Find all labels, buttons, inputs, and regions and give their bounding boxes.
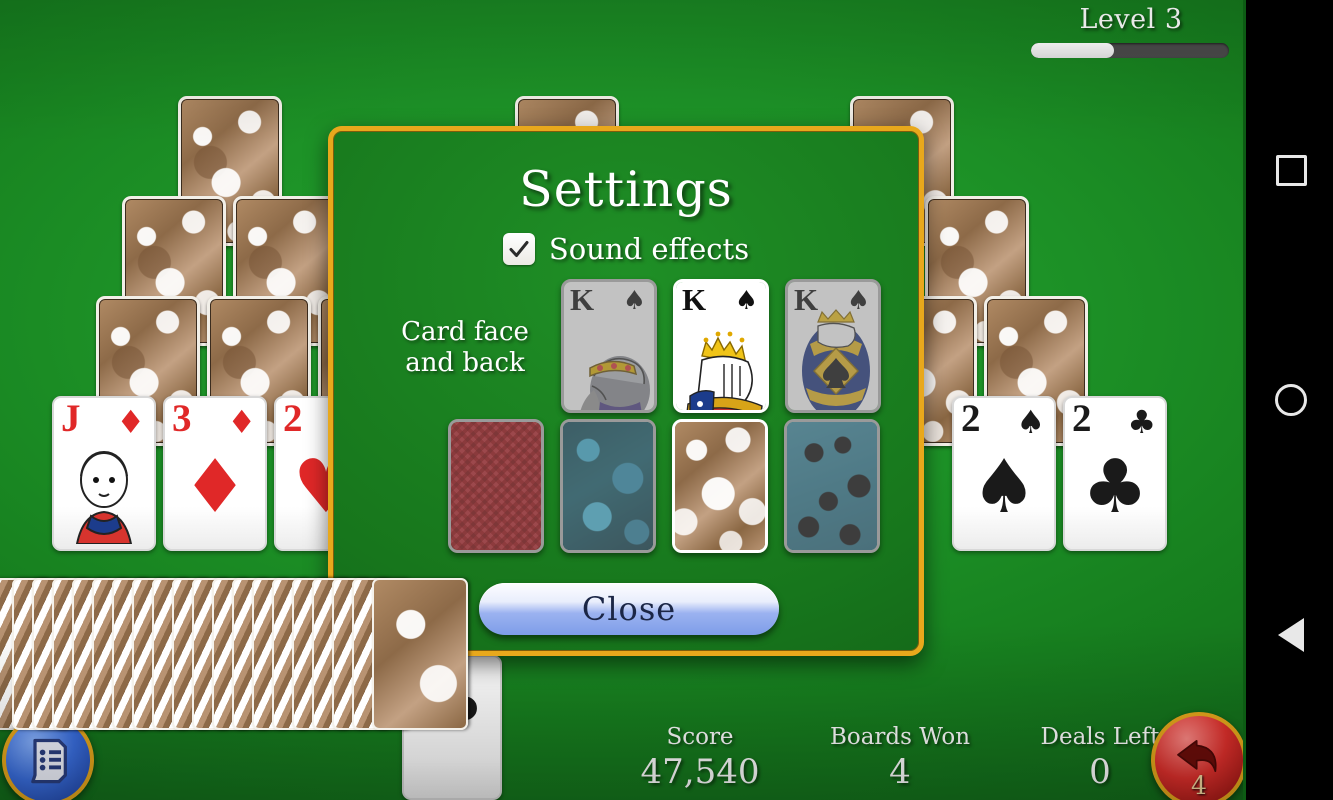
waste-pile-fan[interactable] — [0, 578, 468, 753]
card-face-options: K ♠ K ♠ K ♠ — [561, 279, 881, 413]
option-dim-overlay — [451, 422, 541, 550]
status-value: 47,540 — [640, 752, 760, 792]
list-document-icon — [31, 738, 67, 784]
card-style-label-line: Card face — [401, 317, 529, 347]
undo-button[interactable]: 4 — [1151, 712, 1243, 800]
face-up-card[interactable]: 3 ♦ ♦ — [163, 396, 267, 551]
checkmark-icon — [509, 241, 529, 257]
option-dim-overlay — [563, 422, 653, 550]
card-rank: 2 — [283, 397, 303, 440]
close-button[interactable]: Close — [479, 583, 779, 635]
card-rank: 3 — [172, 397, 192, 440]
card-center-suit: ♣ — [1081, 444, 1149, 530]
option-dim-overlay — [564, 282, 654, 410]
card-center-suit: ♠ — [970, 444, 1038, 530]
game-screen: J♦3♦♦2♥♥2♠♠2♣♣ ♣ Level 3 Score47,540Boar… — [0, 0, 1333, 800]
status-label: Score — [666, 724, 734, 750]
close-button-label: Close — [581, 590, 677, 628]
level-progress-fill — [1031, 43, 1115, 58]
circle-icon — [1275, 384, 1307, 416]
card-back-option-brown-swirl-back[interactable] — [672, 419, 768, 553]
card-face-option-king-spades-ornate[interactable]: K ♠ — [785, 279, 881, 413]
card-face-option-king-spades-grey[interactable]: K ♠ — [561, 279, 657, 413]
sound-effects-checkbox[interactable] — [502, 233, 535, 265]
card-corner-suit: ♦ — [227, 403, 256, 441]
card-back-option-teal-swirl-back[interactable] — [560, 419, 656, 553]
status-label: Boards Won — [829, 724, 971, 750]
card-corner-suit: ♠ — [1016, 403, 1045, 441]
home-button[interactable] — [1246, 370, 1333, 430]
card-back-option-red-weave-back[interactable] — [448, 419, 544, 553]
status-label: Deals Left — [1040, 724, 1160, 750]
dialog-title: Settings — [519, 161, 733, 218]
back-button[interactable] — [1246, 605, 1333, 665]
sound-effects-label: Sound effects — [548, 232, 750, 266]
card-corner-suit: ♦ — [116, 403, 145, 441]
status-value: 0 — [1089, 752, 1111, 792]
settings-dialog: Settings Sound effects Card face and back… — [328, 126, 924, 656]
card-style-label-line: and back — [405, 347, 525, 378]
waste-card-top[interactable] — [372, 578, 468, 730]
card-face-art — [676, 304, 766, 410]
face-up-card[interactable]: 2 ♣ ♣ — [1063, 396, 1167, 551]
card-rank: J — [61, 397, 81, 440]
card-rank: 2 — [1072, 397, 1092, 440]
card-center-suit: ♦ — [181, 444, 249, 530]
status-bar: Score 47,540 Boards Won 4 Deals Left 0 — [640, 724, 1160, 792]
option-dim-overlay — [787, 422, 877, 550]
face-up-card[interactable]: 2 ♠ ♠ — [952, 396, 1056, 551]
level-label: Level 3 — [1079, 4, 1183, 35]
level-progress-bar — [1031, 43, 1229, 58]
recents-button[interactable] — [1246, 140, 1333, 200]
card-face-option-king-spades-classic[interactable]: K ♠ — [673, 279, 769, 413]
card-corner-suit: ♣ — [1127, 403, 1156, 441]
status-value: 4 — [889, 752, 911, 792]
sound-effects-row[interactable]: Sound effects — [333, 232, 919, 266]
android-navigation-bar — [1243, 0, 1333, 800]
card-back-options — [448, 419, 880, 553]
triangle-back-icon — [1278, 618, 1304, 652]
face-up-card[interactable]: J ♦ — [52, 396, 156, 551]
card-back-option-floral-teal-back[interactable] — [784, 419, 880, 553]
card-style-label: Card face and back — [365, 317, 565, 378]
level-indicator: Level 3 — [1031, 4, 1231, 58]
option-dim-overlay — [788, 282, 878, 410]
status-item: Deals Left 0 — [1040, 724, 1160, 792]
status-item: Score 47,540 — [640, 724, 760, 792]
court-card-art — [61, 442, 147, 545]
card-rank: 2 — [961, 397, 981, 440]
undo-count: 4 — [1191, 771, 1207, 800]
card-face-preview: K ♠ — [676, 282, 766, 410]
status-item: Boards Won 4 — [830, 724, 970, 792]
square-icon — [1275, 154, 1307, 186]
card-back-preview — [675, 422, 765, 550]
